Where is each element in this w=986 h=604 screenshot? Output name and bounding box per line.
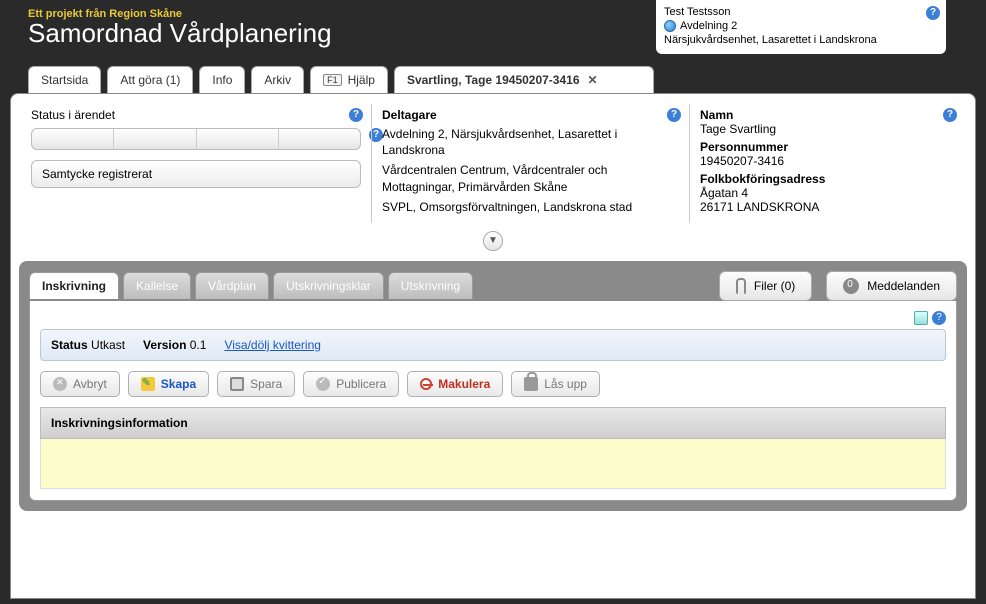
subtab-utskrivningsklar[interactable]: Utskrivningsklar bbox=[273, 272, 384, 299]
tab-info[interactable]: Info bbox=[199, 66, 245, 93]
participant-item: SVPL, Omsorgsförvaltningen, Landskrona s… bbox=[382, 199, 679, 215]
tab-todo[interactable]: Att göra (1) bbox=[107, 66, 193, 93]
paperclip-icon bbox=[736, 278, 746, 294]
action-toolbar: Avbryt Skapa Spara Publicera Makulera Lå… bbox=[40, 361, 946, 407]
addr-line2: 26171 LANDSKRONA bbox=[700, 200, 955, 214]
lock-icon bbox=[524, 377, 538, 391]
tab-patient[interactable]: Svartling, Tage 19450207-3416 ✕ bbox=[394, 66, 654, 93]
publish-button[interactable]: Publicera bbox=[303, 371, 399, 397]
cancel-button[interactable]: Avbryt bbox=[40, 371, 120, 397]
app-header: Ett projekt från Region Skåne Samordnad … bbox=[0, 0, 986, 54]
participant-item: Avdelning 2, Närsjukvårdsenhet, Lasarett… bbox=[382, 126, 679, 158]
tab-help[interactable]: F1 Hjälp bbox=[310, 66, 388, 93]
create-button[interactable]: Skapa bbox=[128, 371, 209, 397]
expand-toggle[interactable]: ▼ bbox=[21, 231, 965, 251]
help-icon[interactable]: ? bbox=[943, 108, 957, 122]
print-icon[interactable] bbox=[914, 311, 928, 325]
participants-label: Deltagare bbox=[382, 108, 679, 122]
participant-item: Vårdcentralen Centrum, Vårdcentraler och… bbox=[382, 162, 679, 194]
main-tabs: Startsida Att göra (1) Info Arkiv F1 Hjä… bbox=[0, 54, 986, 93]
pencil-icon bbox=[141, 377, 155, 391]
main-card: ? Status i ärendet ? Samtycke registrera… bbox=[10, 93, 976, 599]
void-button[interactable]: Makulera bbox=[407, 371, 503, 397]
subtab-vardplan[interactable]: Vårdplan bbox=[195, 272, 269, 299]
addr-label: Folkbokföringsadress bbox=[700, 172, 955, 186]
help-icon[interactable]: ? bbox=[926, 6, 940, 20]
consent-button[interactable]: Samtycke registrerat bbox=[31, 160, 361, 188]
section-heading: Inskrivningsinformation bbox=[40, 407, 946, 439]
save-button[interactable]: Spara bbox=[217, 371, 295, 397]
pn-label: Personnummer bbox=[700, 140, 955, 154]
status-progress bbox=[31, 128, 361, 150]
chevron-down-icon: ▼ bbox=[483, 231, 503, 251]
tab-archive[interactable]: Arkiv bbox=[251, 66, 304, 93]
close-icon[interactable]: ✕ bbox=[586, 73, 600, 87]
help-icon[interactable]: ? bbox=[667, 108, 681, 122]
user-box: ? Test Testsson Avdelning 2 Närsjukvårds… bbox=[656, 0, 946, 54]
tab-start[interactable]: Startsida bbox=[28, 66, 101, 93]
f1-badge: F1 bbox=[323, 74, 342, 86]
unlock-button[interactable]: Lås upp bbox=[511, 371, 600, 397]
toggle-kvittering-link[interactable]: Visa/dölj kvittering bbox=[224, 338, 321, 352]
user-unit: Närsjukvårdsenhet, Lasarettet i Landskro… bbox=[664, 34, 938, 46]
user-dept: Avdelning 2 bbox=[680, 20, 737, 32]
subtab-kallelse[interactable]: Kallelse bbox=[123, 272, 191, 299]
save-icon bbox=[230, 377, 244, 391]
files-button[interactable]: Filer (0) bbox=[719, 271, 812, 301]
status-bar: Status Utkast Version 0.1 Visa/dölj kvit… bbox=[40, 329, 946, 361]
x-icon bbox=[53, 377, 67, 391]
messages-button[interactable]: Meddelanden bbox=[826, 271, 957, 301]
status-label: Status i ärendet bbox=[31, 108, 361, 122]
name-label: Namn bbox=[700, 108, 955, 122]
check-icon bbox=[316, 377, 330, 391]
name-value: Tage Svartling bbox=[700, 122, 955, 136]
help-icon[interactable]: ? bbox=[349, 108, 363, 122]
message-count-icon bbox=[843, 278, 859, 294]
subtab-inskrivning[interactable]: Inskrivning bbox=[29, 272, 119, 299]
no-entry-icon bbox=[420, 378, 432, 390]
info-form-area bbox=[40, 439, 946, 489]
pn-value: 19450207-3416 bbox=[700, 154, 955, 168]
globe-icon bbox=[664, 20, 676, 32]
subtab-utskrivning[interactable]: Utskrivning bbox=[388, 272, 473, 299]
addr-line1: Ågatan 4 bbox=[700, 186, 955, 200]
subpage: ? Status Utkast Version 0.1 Visa/dölj kv… bbox=[29, 301, 957, 501]
help-icon[interactable]: ? bbox=[932, 311, 946, 325]
lower-panel: Inskrivning Kallelse Vårdplan Utskrivnin… bbox=[19, 261, 967, 511]
user-name: Test Testsson bbox=[664, 6, 938, 18]
